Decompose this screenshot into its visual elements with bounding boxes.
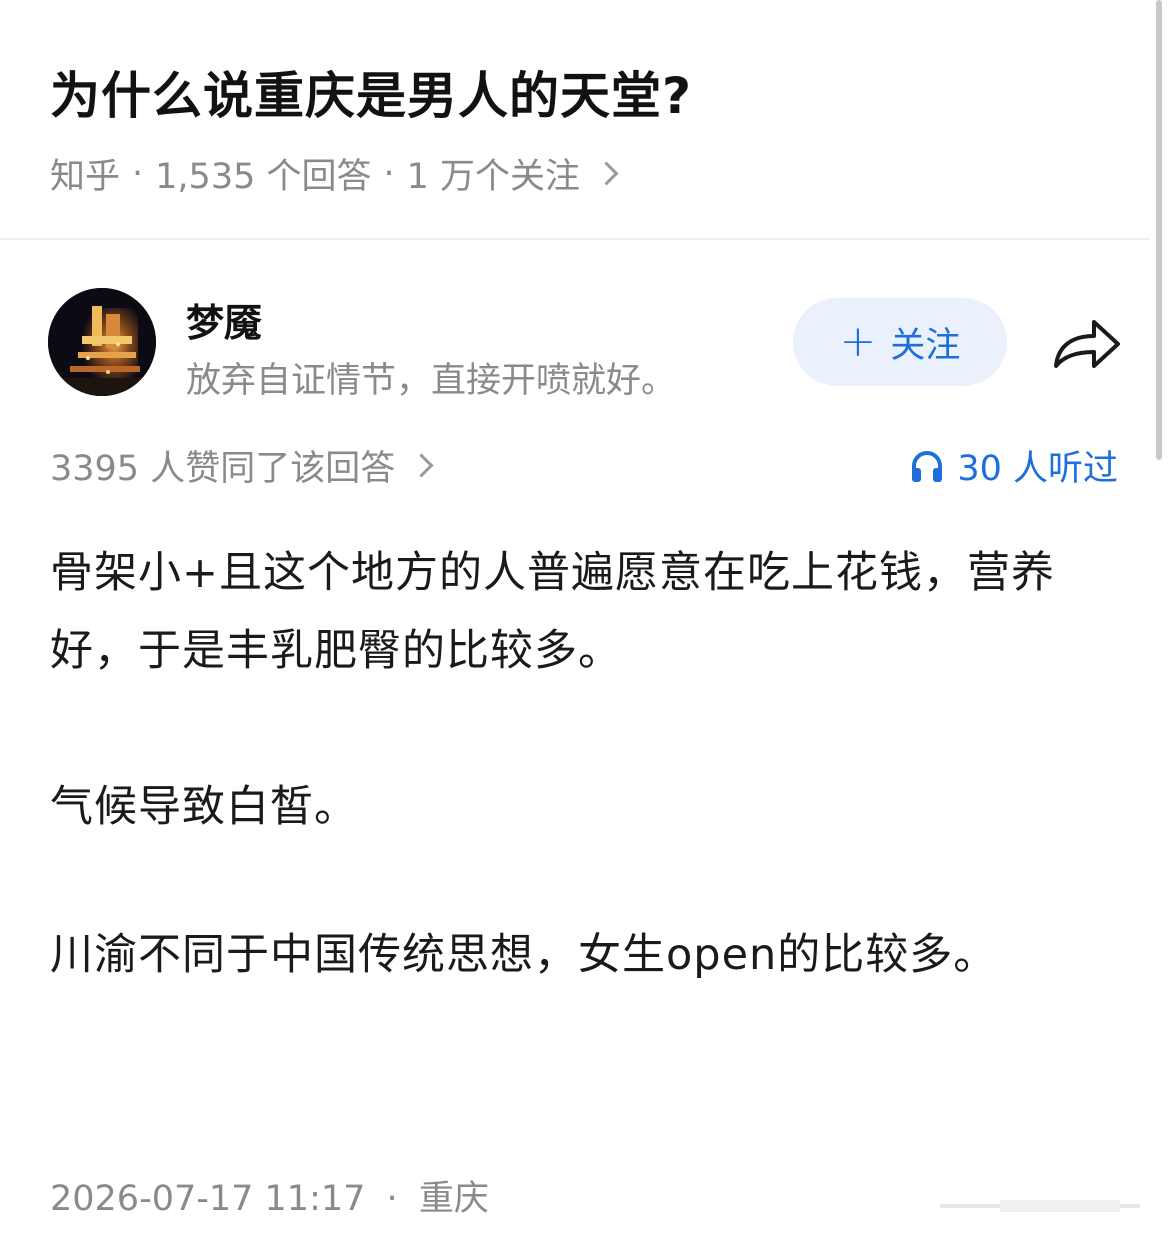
followers-count: 1 万个关注 [406, 157, 581, 197]
avatar[interactable] [48, 288, 156, 396]
upvote-count: 3395 人赞同了该回答 [50, 449, 396, 489]
listen-count: 30 人听过 [957, 449, 1118, 489]
answer-date: 2026-07-17 11:17 [50, 1179, 366, 1219]
footer-separator: · [386, 1179, 398, 1219]
question-title: 为什么说重庆是男人的天堂? [50, 67, 693, 125]
author-bio: 放弃自证情节，直接开喷就好。 [186, 361, 677, 401]
chevron-right-icon [409, 453, 434, 478]
answers-count: 1,535 个回答 [155, 157, 372, 197]
listen-info[interactable]: 30 人听过 [909, 440, 1118, 491]
answer-paragraph: 川渝不同于中国传统思想，女生open的比较多。 [50, 930, 998, 980]
share-icon[interactable] [1050, 312, 1124, 372]
answer-location: 重庆 [418, 1179, 489, 1219]
watermark-graphic [940, 1200, 1140, 1212]
question-header: 为什么说重庆是男人的天堂? 知乎 · 1,535 个回答 · 1 万个关注 [0, 0, 1150, 238]
headphones-icon [912, 450, 943, 482]
answer-footer: 2026-07-17 11:17 · 重庆 [50, 1170, 489, 1221]
answer-paragraph: 骨架小+且这个地方的人普遍愿意在吃上花钱，营养好，于是丰乳肥臀的比较多。 [50, 548, 1056, 676]
meta-separator: · [383, 153, 395, 194]
divider [0, 238, 1150, 240]
author-name[interactable]: 梦魇 [186, 292, 262, 347]
follow-label: 关注 [890, 325, 961, 366]
answer-paragraph: 气候导致白皙。 [50, 782, 358, 832]
meta-separator: · [132, 153, 144, 194]
question-meta[interactable]: 知乎 · 1,535 个回答 · 1 万个关注 [50, 148, 619, 199]
scrollbar[interactable] [1156, 0, 1162, 460]
upvote-info[interactable]: 3395 人赞同了该回答 [50, 440, 434, 491]
source-label: 知乎 [50, 157, 121, 197]
avatar-image [48, 288, 156, 396]
follow-button[interactable]: + 关注 [793, 298, 1007, 386]
plus-icon: + [839, 316, 877, 367]
chevron-right-icon [594, 161, 619, 186]
